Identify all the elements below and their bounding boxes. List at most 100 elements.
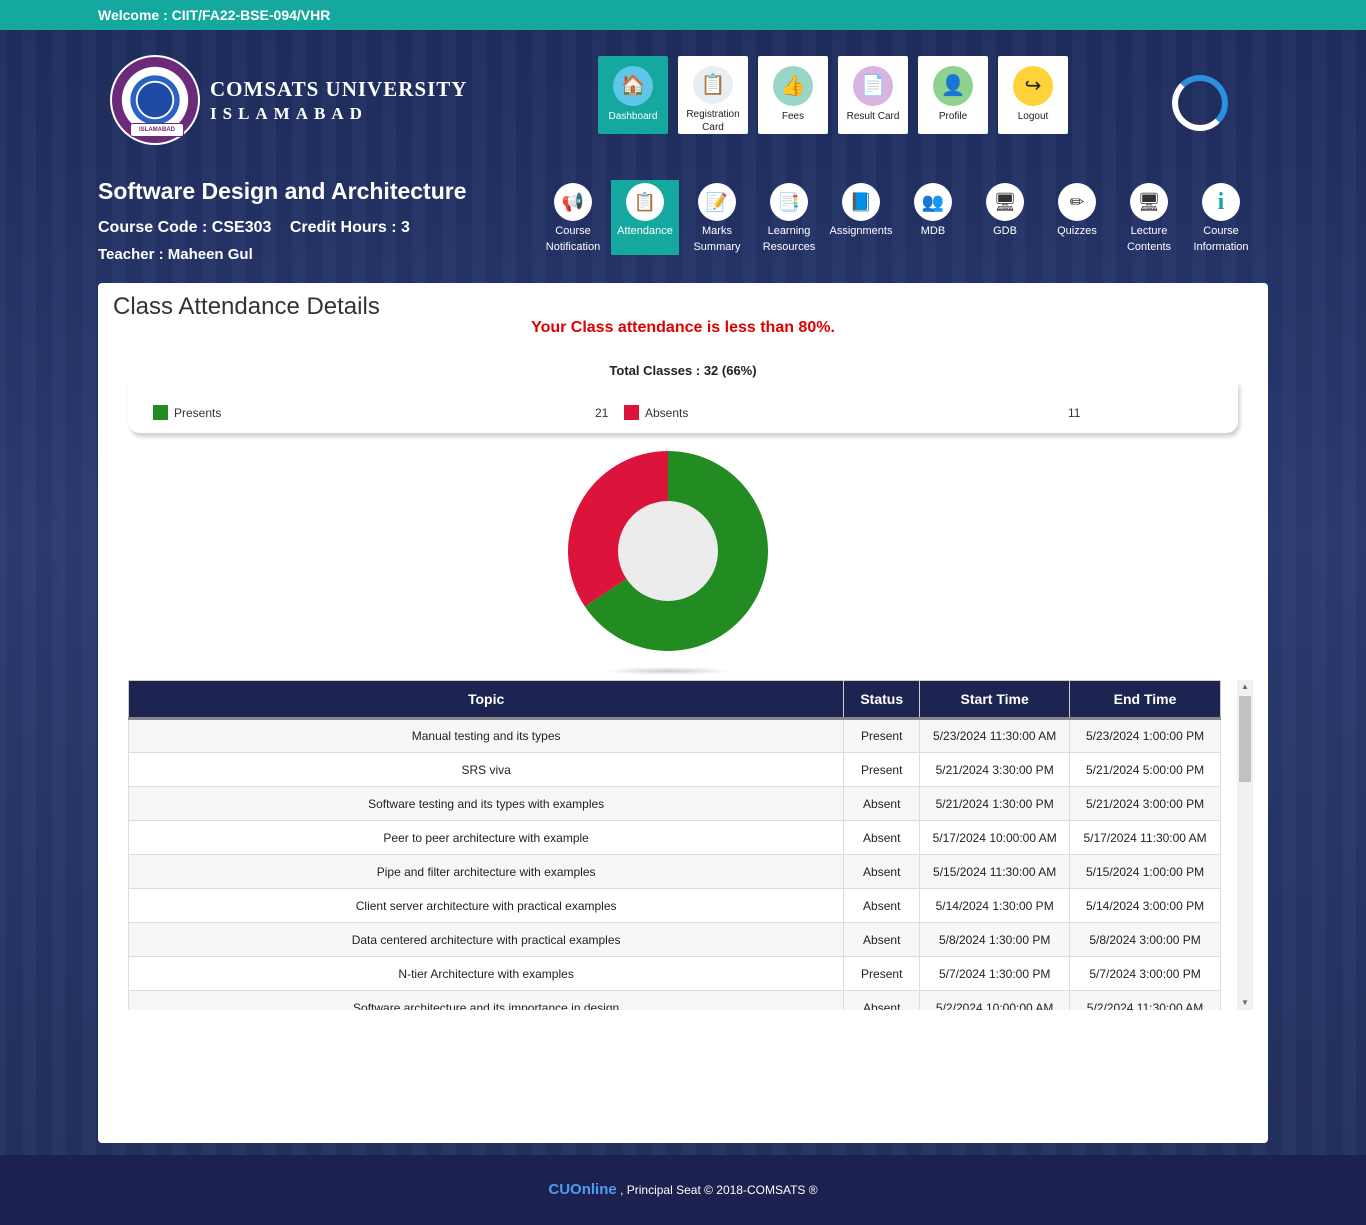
scroll-down-icon[interactable]: ▼	[1237, 996, 1253, 1010]
menu-label: Assignments	[829, 225, 893, 237]
scrollbar-thumb[interactable]	[1239, 696, 1251, 782]
table-row: Data centered architecture with practica…	[128, 922, 1221, 957]
tile-logout[interactable]: ↪ Logout	[998, 56, 1068, 134]
menu-quizzes[interactable]: ✏ Quizzes	[1041, 180, 1113, 255]
course-menu: 📢 Course Notification 📋 Attendance 📝 Mar…	[537, 180, 1257, 255]
cell-end-time: 5/7/2024 3:00:00 PM	[1069, 956, 1221, 991]
resources-icon: 📑	[770, 183, 808, 221]
menu-gdb[interactable]: 🖥 GDB	[969, 180, 1041, 255]
menu-label: Quizzes	[1057, 225, 1097, 237]
attendance-donut-chart	[568, 451, 768, 651]
header-end-time: End Time	[1069, 680, 1221, 720]
cell-topic: SRS viva	[128, 752, 845, 787]
table-scrollbar[interactable]: ▲ ▼	[1237, 680, 1253, 1010]
tile-label: Result Card	[846, 111, 900, 122]
chart-legend: Presents 21 Absents 11	[128, 381, 1238, 433]
footer-text: , Principal Seat © 2018-COMSATS ®	[616, 1183, 818, 1197]
cell-start-time: 5/23/2024 11:30:00 AM	[919, 718, 1071, 753]
cell-topic: Peer to peer architecture with example	[128, 820, 845, 855]
top-navigation: 🏠 Dashboard 📋 Registration Card 👍 Fees 📄…	[598, 56, 1068, 134]
info-icon: i	[1202, 183, 1240, 221]
cell-end-time: 5/2/2024 11:30:00 AM	[1069, 990, 1221, 1010]
header-status: Status	[843, 680, 921, 720]
table-row: Manual testing and its types Present 5/23/…	[128, 718, 1221, 753]
menu-marks-summary[interactable]: 📝 Marks Summary	[681, 180, 753, 255]
cell-start-time: 5/7/2024 1:30:00 PM	[919, 956, 1071, 991]
menu-mdb[interactable]: 👥 MDB	[897, 180, 969, 255]
menu-lecture-contents[interactable]: 🖥 Lecture Contents	[1113, 180, 1185, 255]
tile-fees[interactable]: 👍 Fees	[758, 56, 828, 134]
legend-item-absents[interactable]: Absents	[624, 405, 688, 420]
scroll-up-icon[interactable]: ▲	[1237, 680, 1253, 694]
menu-course-notification[interactable]: 📢 Course Notification	[537, 180, 609, 255]
cell-status: Absent	[843, 990, 921, 1010]
cell-end-time: 5/8/2024 3:00:00 PM	[1069, 922, 1221, 957]
cell-status: Absent	[843, 922, 921, 957]
university-seal-icon: ISLAMABAD	[110, 55, 200, 145]
cell-end-time: 5/14/2024 3:00:00 PM	[1069, 888, 1221, 923]
welcome-bar: Welcome : CIIT/FA22-BSE-094/VHR	[0, 0, 1366, 30]
legend-item-presents[interactable]: Presents	[153, 405, 221, 420]
attendance-table: Topic Status Start Time End Time Manual …	[128, 680, 1221, 1010]
cell-topic: Software architecture and its importance…	[128, 990, 845, 1010]
cell-status: Present	[843, 718, 921, 753]
cell-status: Present	[843, 752, 921, 787]
course-title: Software Design and Architecture	[98, 178, 467, 204]
table-row: Software testing and its types with exam…	[128, 786, 1221, 821]
attendance-icon: 📋	[626, 183, 664, 221]
cell-start-time: 5/21/2024 1:30:00 PM	[919, 786, 1071, 821]
tile-registration-card[interactable]: 📋 Registration Card	[678, 56, 748, 134]
menu-label: Course Information	[1193, 225, 1249, 253]
quizzes-icon: ✏	[1058, 183, 1096, 221]
legend-swatch-presents	[153, 405, 168, 420]
cell-status: Absent	[843, 854, 921, 889]
logo-line1: COMSATS UNIVERSITY	[210, 76, 468, 101]
home-icon: 🏠	[613, 66, 653, 106]
cell-start-time: 5/14/2024 1:30:00 PM	[919, 888, 1071, 923]
tile-label: Dashboard	[608, 111, 658, 122]
attendance-table-container[interactable]: Topic Status Start Time End Time Manual …	[128, 680, 1221, 1010]
donut-hole	[618, 501, 718, 601]
legend-value-presents: 21	[595, 406, 609, 420]
megaphone-icon: 📢	[554, 183, 592, 221]
welcome-text: Welcome : CIIT/FA22-BSE-094/VHR	[98, 7, 331, 23]
menu-assignments[interactable]: 📘 Assignments	[825, 180, 897, 255]
gdb-icon: 🖥	[986, 183, 1024, 221]
menu-label: Attendance	[617, 225, 673, 237]
menu-label: Learning Resources	[762, 225, 816, 253]
cell-topic: Manual testing and its types	[128, 718, 845, 753]
university-logo[interactable]: ISLAMABAD COMSATS UNIVERSITY ISLAMABAD	[110, 55, 467, 145]
profile-icon: 👤	[933, 66, 973, 106]
tile-result-card[interactable]: 📄 Result Card	[838, 56, 908, 134]
tile-label: Profile	[938, 111, 968, 122]
menu-learning-resources[interactable]: 📑 Learning Resources	[753, 180, 825, 255]
logo-line2: ISLAMABAD	[210, 103, 368, 123]
menu-label: Lecture Contents	[1126, 225, 1172, 253]
tile-dashboard[interactable]: 🏠 Dashboard	[598, 56, 668, 134]
tile-label: Logout	[1017, 111, 1049, 122]
cell-start-time: 5/17/2024 10:00:00 AM	[919, 820, 1071, 855]
course-code: Course Code : CSE303	[98, 219, 272, 236]
tile-profile[interactable]: 👤 Profile	[918, 56, 988, 134]
legend-swatch-absents	[624, 405, 639, 420]
menu-label: Course Notification	[545, 225, 601, 253]
chart-shadow	[603, 667, 733, 675]
cell-topic: Client server architecture with practica…	[128, 888, 845, 923]
tile-label: Fees	[781, 111, 805, 122]
menu-course-information[interactable]: i Course Information	[1185, 180, 1257, 255]
cell-start-time: 5/8/2024 1:30:00 PM	[919, 922, 1071, 957]
cell-topic: Data centered architecture with practica…	[128, 922, 845, 957]
table-row: Client server architecture with practica…	[128, 888, 1221, 923]
table-header-row: Topic Status Start Time End Time	[128, 680, 1221, 720]
footer-brand-link[interactable]: CUOnline	[548, 1181, 616, 1198]
total-classes: Total Classes : 32 (66%)	[609, 363, 757, 378]
cell-start-time: 5/2/2024 10:00:00 AM	[919, 990, 1071, 1010]
mdb-icon: 👥	[914, 183, 952, 221]
cell-end-time: 5/15/2024 1:00:00 PM	[1069, 854, 1221, 889]
cell-end-time: 5/17/2024 11:30:00 AM	[1069, 820, 1221, 855]
cell-status: Present	[843, 956, 921, 991]
cell-end-time: 5/21/2024 5:00:00 PM	[1069, 752, 1221, 787]
registration-icon: 📋	[693, 66, 733, 104]
menu-attendance[interactable]: 📋 Attendance	[611, 180, 679, 255]
logout-icon: ↪	[1013, 66, 1053, 106]
